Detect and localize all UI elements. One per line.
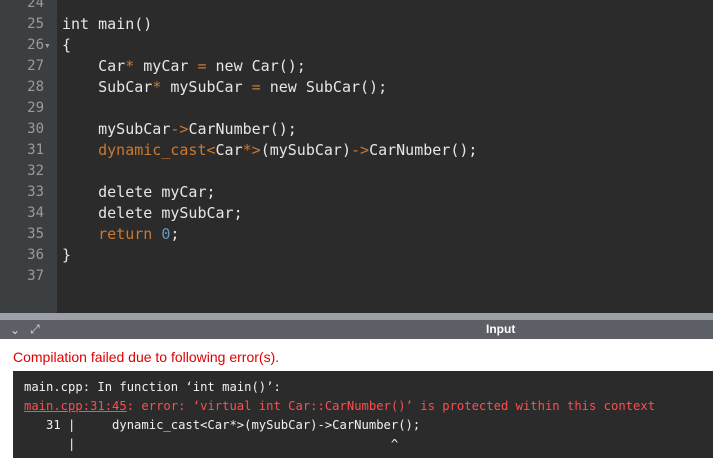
line-number: 25 xyxy=(27,16,44,32)
compiler-console: main.cpp: In function ‘int main()’: main… xyxy=(13,371,713,458)
console-line: 31 | dynamic_cast<Car*>(mySubCar)->CarNu… xyxy=(24,418,421,432)
tab-input[interactable]: Input xyxy=(486,320,515,339)
code-line[interactable]: 32 xyxy=(0,161,713,182)
code-token: CarNumber(); xyxy=(369,141,478,159)
code-token: Car xyxy=(62,57,126,75)
code-line[interactable]: 26 ▾ { xyxy=(0,35,713,56)
code-line[interactable]: 30 mySubCar->CarNumber(); xyxy=(0,119,713,140)
code-text: SubCar* mySubCar = new SubCar(); xyxy=(62,77,387,98)
code-token: (mySubCar) xyxy=(260,141,351,159)
console-line: main.cpp: In function ‘int main()’: xyxy=(24,380,281,394)
code-text: int main() xyxy=(62,14,152,35)
line-number: 37 xyxy=(27,268,44,284)
code-line[interactable]: 25 int main() xyxy=(0,14,713,35)
line-number: 27 xyxy=(27,58,44,74)
code-token: myCar xyxy=(134,57,198,75)
line-number: 26 xyxy=(27,37,44,53)
line-number: 34 xyxy=(27,205,44,221)
code-token: * xyxy=(125,57,135,75)
code-token: = xyxy=(251,78,261,96)
code-text: dynamic_cast<Car*>(mySubCar)->CarNumber(… xyxy=(62,140,477,161)
code-line[interactable]: 31 dynamic_cast<Car*>(mySubCar)->CarNumb… xyxy=(0,140,713,161)
output-panel: Compilation failed due to following erro… xyxy=(0,339,713,458)
compilation-error-title: Compilation failed due to following erro… xyxy=(13,349,280,365)
code-text: delete mySubCar; xyxy=(62,203,243,224)
code-line[interactable]: 24 xyxy=(0,0,713,14)
code-token: new Car(); xyxy=(206,57,306,75)
code-token: return xyxy=(62,225,162,243)
code-editor[interactable]: 24 25 int main() 26 ▾{27 Car* myCar = new Ca… xyxy=(0,0,713,313)
panel-resize-handle[interactable] xyxy=(0,313,713,320)
code-token: delete myCar; xyxy=(62,183,216,201)
code-line[interactable]: 35 return 0; xyxy=(0,224,713,245)
code-token: CarNumber(); xyxy=(188,120,297,138)
code-text: { xyxy=(62,35,71,56)
code-token: delete mySubCar; xyxy=(62,204,243,222)
code-line[interactable]: 37 xyxy=(0,266,713,287)
code-token: -> xyxy=(351,141,370,159)
code-line[interactable]: 28 SubCar* mySubCar = new SubCar(); xyxy=(0,77,713,98)
code-text: return 0; xyxy=(62,224,179,245)
io-panel-header: ⌄ ⤢ Input xyxy=(0,320,713,339)
code-token: * xyxy=(152,78,162,96)
code-token: mySubCar xyxy=(161,78,252,96)
line-number: 30 xyxy=(27,121,44,137)
code-token: Car xyxy=(215,141,243,159)
code-text: delete myCar; xyxy=(62,182,216,203)
line-number: 36 xyxy=(27,247,44,263)
code-line[interactable]: 29 xyxy=(0,98,713,119)
line-number: 28 xyxy=(27,79,44,95)
code-token: -> xyxy=(170,120,189,138)
collapse-chevron-icon[interactable]: ⌄ xyxy=(10,323,20,337)
code-token: int main() xyxy=(62,15,153,33)
code-token: dynamic_cast< xyxy=(62,141,216,159)
code-token: ; xyxy=(170,225,180,243)
code-line[interactable]: 36} xyxy=(0,245,713,266)
code-token: *> xyxy=(242,141,261,159)
error-message: : error: ‘virtual int Car::CarNumber()’ … xyxy=(126,399,656,413)
line-number: 32 xyxy=(27,163,44,179)
code-token: SubCar xyxy=(62,78,153,96)
line-number: 33 xyxy=(27,184,44,200)
code-line[interactable]: 33 delete myCar; xyxy=(0,182,713,203)
code-token: new SubCar(); xyxy=(260,78,388,96)
fold-toggle-icon[interactable]: ▾ xyxy=(44,35,56,56)
code-text: mySubCar->CarNumber(); xyxy=(62,119,297,140)
code-token: = xyxy=(197,57,207,75)
code-line[interactable]: 27 Car* myCar = new Car(); xyxy=(0,56,713,77)
code-token: { xyxy=(62,36,72,54)
line-number: 31 xyxy=(27,142,44,158)
code-text: Car* myCar = new Car(); xyxy=(62,56,306,77)
console-line: | ^ xyxy=(24,437,399,451)
line-number: 29 xyxy=(27,100,44,116)
code-text: } xyxy=(62,245,71,266)
code-token: } xyxy=(62,246,72,264)
console-error-line: main.cpp:31:45: error: ‘virtual int Car:… xyxy=(24,399,655,413)
line-number: 24 xyxy=(27,0,44,11)
code-line[interactable]: 34 delete mySubCar; xyxy=(0,203,713,224)
expand-arrows-icon[interactable]: ⤢ xyxy=(30,322,40,337)
error-location-link[interactable]: main.cpp:31:45 xyxy=(24,399,127,413)
code-token: mySubCar xyxy=(62,120,171,138)
line-number: 35 xyxy=(27,226,44,242)
